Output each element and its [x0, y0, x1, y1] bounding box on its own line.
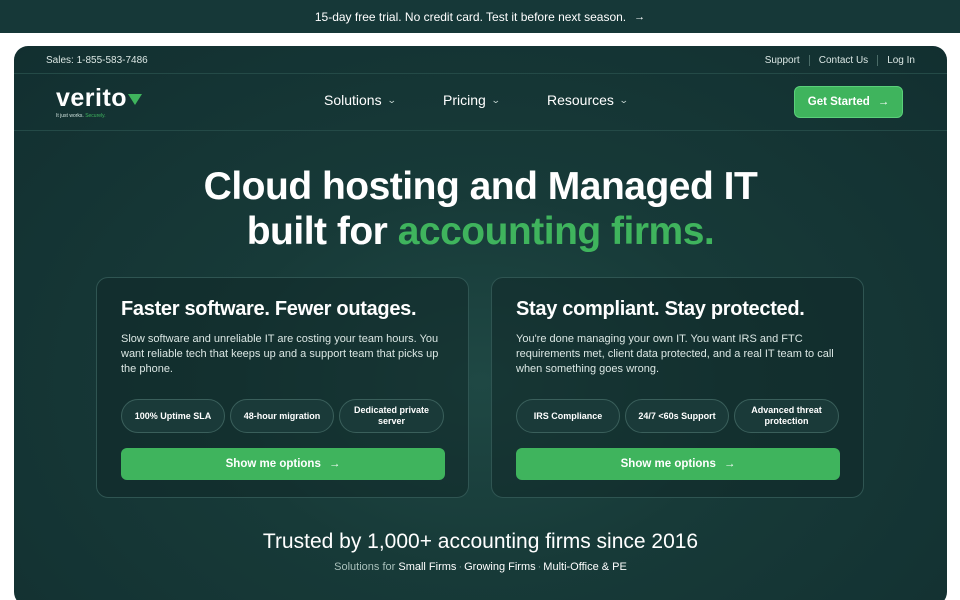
- small-firms-link[interactable]: Small Firms: [398, 561, 456, 573]
- multi-office-link[interactable]: Multi-Office & PE: [543, 561, 627, 573]
- chevron-down-icon: ⌄: [490, 94, 501, 105]
- chip-migration: 48-hour migration: [230, 399, 334, 433]
- chip-uptime-sla: 100% Uptime SLA: [121, 399, 225, 433]
- chip-threat-protection: Advanced threat protection: [734, 399, 839, 433]
- nav-label: Pricing: [443, 92, 486, 108]
- utility-divider: [14, 73, 947, 74]
- button-label: Show me options: [225, 458, 321, 470]
- arrow-right-icon: →: [328, 458, 341, 470]
- feature-chips: IRS Compliance 24/7 <60s Support Advance…: [516, 399, 839, 433]
- chip-private-server: Dedicated private server: [339, 399, 444, 433]
- log-in-link[interactable]: Log In: [878, 55, 915, 66]
- card-faster-software: Faster software. Fewer outages. Slow sof…: [96, 277, 469, 498]
- chevron-down-icon: ⌄: [618, 94, 629, 105]
- button-label: Get Started: [807, 96, 870, 108]
- chip-support: 24/7 <60s Support: [625, 399, 729, 433]
- arrow-right-icon: →: [877, 96, 890, 108]
- promo-text: 15-day free trial. No credit card. Test …: [314, 9, 627, 24]
- button-label: Show me options: [620, 458, 716, 470]
- chevron-down-icon: ⌄: [386, 94, 397, 105]
- sales-phone[interactable]: Sales: 1-855-583-7486: [46, 55, 148, 66]
- hero-section: Sales: 1-855-583-7486 Support Contact Us…: [14, 46, 947, 600]
- feature-chips: 100% Uptime SLA 48-hour migration Dedica…: [121, 399, 444, 433]
- nav-pricing[interactable]: Pricing ⌄: [443, 92, 501, 108]
- chip-irs-compliance: IRS Compliance: [516, 399, 620, 433]
- arrow-right-icon: →: [634, 10, 646, 23]
- solutions-links: Solutions for Small Firms · Growing Firms ·…: [334, 561, 627, 573]
- support-link[interactable]: Support: [756, 55, 809, 66]
- nav-label: Solutions: [324, 92, 382, 108]
- card-body: You're done managing your own IT. You wa…: [516, 333, 834, 375]
- growing-firms-link[interactable]: Growing Firms: [464, 561, 536, 573]
- nav-solutions[interactable]: Solutions ⌄: [324, 92, 397, 108]
- nav-divider: [14, 130, 947, 131]
- show-options-button[interactable]: Show me options →: [516, 448, 840, 480]
- card-title: Faster software. Fewer outages.: [121, 298, 417, 320]
- nav-resources[interactable]: Resources ⌄: [547, 92, 629, 108]
- card-body: Slow software and unreliable IT are cost…: [121, 333, 439, 375]
- card-stay-compliant: Stay compliant. Stay protected. You're d…: [491, 277, 864, 498]
- nav-label: Resources: [547, 92, 614, 108]
- logo-tagline: It just works. Securely.: [56, 113, 106, 119]
- promo-banner[interactable]: 15-day free trial. No credit card. Test …: [0, 0, 960, 33]
- utility-links: Support Contact Us Log In: [756, 55, 915, 66]
- card-title: Stay compliant. Stay protected.: [516, 298, 805, 320]
- trusted-heading: Trusted by 1,000+ accounting firms since…: [262, 530, 699, 553]
- arrow-right-icon: →: [723, 458, 736, 470]
- get-started-button[interactable]: Get Started →: [794, 86, 903, 118]
- show-options-button[interactable]: Show me options →: [121, 448, 445, 480]
- page-title: Cloud hosting and Managed IT built for a…: [203, 165, 758, 253]
- utility-bar: Sales: 1-855-583-7486 Support Contact Us…: [14, 46, 947, 74]
- contact-us-link[interactable]: Contact Us: [810, 55, 877, 66]
